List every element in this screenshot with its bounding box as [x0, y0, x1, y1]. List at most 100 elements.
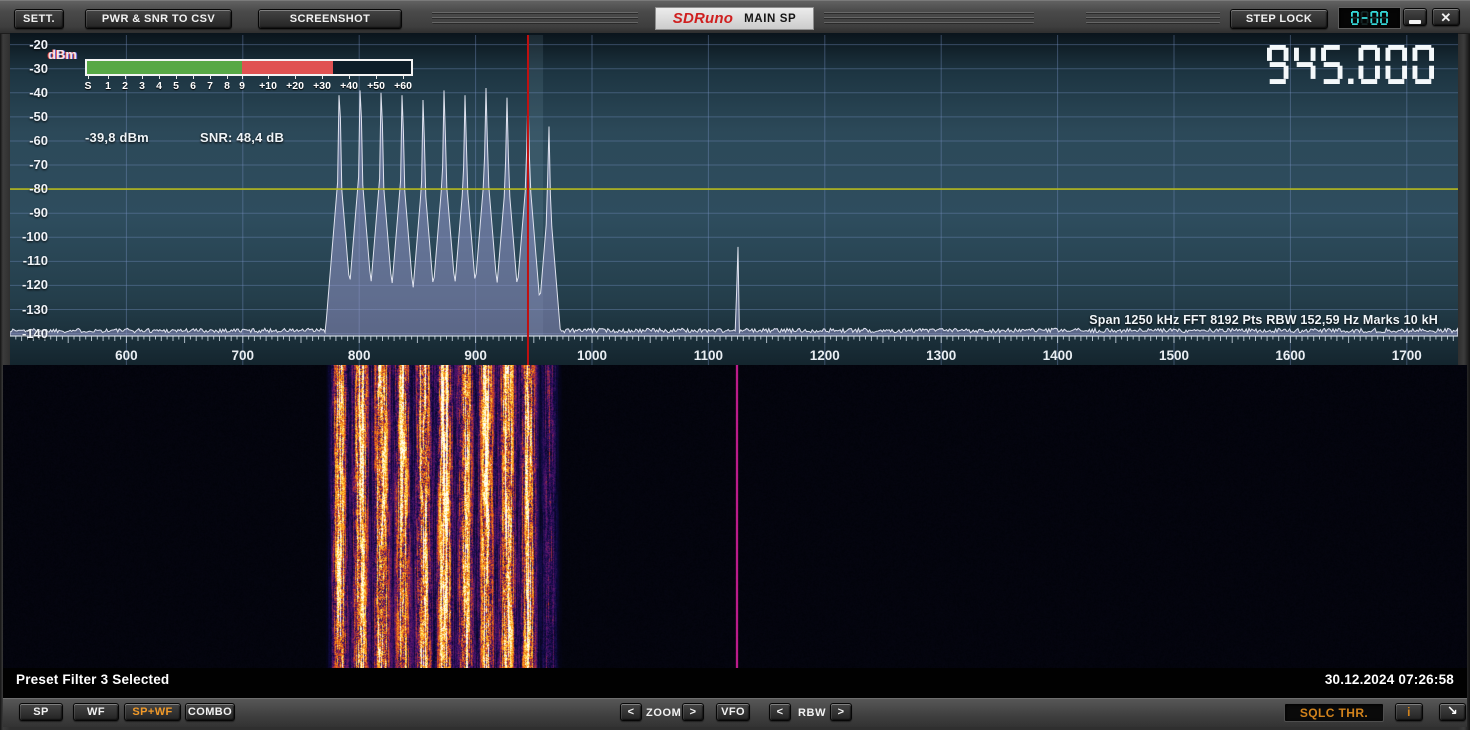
info-button[interactable]: i [1395, 703, 1423, 721]
svg-text:1500: 1500 [1159, 348, 1189, 363]
s-meter-scale-label: 8 [224, 80, 230, 92]
svg-text:900: 900 [464, 348, 487, 363]
s-meter-scale-label: +20 [286, 80, 304, 92]
svg-text:1200: 1200 [810, 348, 840, 363]
vfo-button[interactable]: VFO [716, 703, 750, 721]
s-meter-scale-label: +40 [340, 80, 358, 92]
svg-text:1600: 1600 [1275, 348, 1305, 363]
minimize-button[interactable] [1403, 8, 1427, 26]
svg-text:700: 700 [232, 348, 255, 363]
svg-text:600: 600 [115, 348, 138, 363]
span-info-line: Span 1250 kHz FFT 8192 Pts RBW 152,59 Hz… [1089, 313, 1438, 327]
s-meter-scale-label: 3 [139, 80, 145, 92]
sp-wf-view-button[interactable]: SP+WF [124, 703, 181, 721]
s-meter-tick [268, 76, 269, 79]
zoom-label: ZOOM [646, 707, 681, 719]
svg-text:1000: 1000 [577, 348, 607, 363]
dbm-axis-label: -70 [12, 157, 48, 172]
zoom-in-button[interactable]: > [682, 703, 704, 721]
s-meter-tick [376, 76, 377, 79]
s-meter-tick [227, 76, 228, 79]
s-meter-tick [349, 76, 350, 79]
s-meter-scale-label: 5 [173, 80, 179, 92]
dbm-axis-label: -80 [12, 181, 48, 196]
combo-view-button[interactable]: COMBO [185, 703, 235, 721]
titlebar-groove [1086, 11, 1220, 24]
power-readout: -39,8 dBm [85, 130, 149, 145]
s-meter-tick [322, 76, 323, 79]
svg-text:1300: 1300 [926, 348, 956, 363]
dbm-axis-label: -100 [12, 229, 48, 244]
window-title-badge: SDRuno MAIN SP [655, 7, 814, 30]
s-meter-scale-label: +50 [367, 80, 385, 92]
svg-text:800: 800 [348, 348, 371, 363]
dbm-axis-label: -40 [12, 85, 48, 100]
s-meter-tick [125, 76, 126, 79]
dbm-axis-label: -30 [12, 61, 48, 76]
s-meter-tick [88, 76, 89, 79]
zoom-out-button[interactable]: < [620, 703, 642, 721]
svg-text:1400: 1400 [1043, 348, 1073, 363]
dbm-axis-label: -50 [12, 109, 48, 124]
snr-readout: SNR: 48,4 dB [200, 130, 284, 145]
dbm-unit-label: dBm [48, 47, 77, 62]
wf-view-button[interactable]: WF [73, 703, 119, 721]
s-meter-bar [85, 59, 413, 76]
s-meter-tick [142, 76, 143, 79]
s-meter-tick [108, 76, 109, 79]
dbm-axis-label: -130 [12, 302, 48, 317]
sdruno-main-sp-window: SETT. PWR & SNR TO CSV SCREENSHOT SDRuno… [0, 0, 1470, 730]
status-message: Preset Filter 3 Selected [16, 672, 169, 698]
panel-name-label: MAIN SP [744, 13, 796, 25]
sp-view-button[interactable]: SP [19, 703, 63, 721]
squelch-threshold-button[interactable]: SQLC THR. [1284, 703, 1384, 722]
vfo-frequency-display [1267, 45, 1434, 89]
dbm-axis-label: -120 [12, 277, 48, 292]
s-meter-tick [210, 76, 211, 79]
rbw-label: RBW [798, 707, 826, 719]
s-meter-scale-label: 1 [105, 80, 111, 92]
dbm-axis-label: -90 [12, 205, 48, 220]
svg-text:1100: 1100 [694, 348, 723, 363]
s-meter-tick [242, 76, 243, 79]
resize-handle-button[interactable]: ↘ [1439, 703, 1466, 721]
step-lock-button[interactable]: STEP LOCK [1230, 9, 1328, 29]
minimize-icon [1409, 20, 1421, 24]
s-meter-scale-label: 9 [239, 80, 245, 92]
s-meter-tick [193, 76, 194, 79]
s-meter-scale-label: 6 [190, 80, 196, 92]
dbm-axis-label: -110 [12, 253, 48, 268]
s-meter-scale-label: 7 [207, 80, 213, 92]
s-meter-scale-label: 2 [122, 80, 128, 92]
rbw-increase-button[interactable]: > [830, 703, 852, 721]
titlebar-groove [432, 11, 638, 24]
dbm-axis-label: -60 [12, 133, 48, 148]
s-meter-scale-label: +10 [259, 80, 277, 92]
pwr-snr-to-csv-button[interactable]: PWR & SNR TO CSV [85, 9, 232, 29]
sdruno-logo: SDRuno [673, 10, 733, 27]
s-meter-red-zone [242, 61, 333, 74]
s-meter-green-zone [87, 61, 242, 74]
s-meter-tick [295, 76, 296, 79]
spectrum-panel[interactable]: 600 700 800 900 1000 1100 1200 1300 1400 1500 1600… [10, 33, 1458, 365]
rbw-decrease-button[interactable]: < [769, 703, 791, 721]
step-size-display [1338, 7, 1401, 29]
waterfall-display[interactable] [3, 365, 1467, 668]
s-meter-scale-label: +30 [313, 80, 331, 92]
titlebar[interactable]: SETT. PWR & SNR TO CSV SCREENSHOT SDRuno… [0, 0, 1470, 34]
screenshot-button[interactable]: SCREENSHOT [258, 9, 402, 29]
dbm-axis-label: -140 [12, 326, 48, 341]
s-meter: S 123456789 +10 +20 +30 +40 +50 +60 [85, 57, 419, 97]
s-meter-tick [159, 76, 160, 79]
dbm-axis-label: -20 [12, 37, 48, 52]
s-meter-tick [176, 76, 177, 79]
s-meter-tick [403, 76, 404, 79]
status-bar: Preset Filter 3 Selected 30.12.2024 07:2… [3, 668, 1467, 698]
s-meter-scale-label: S [84, 80, 91, 92]
close-button[interactable]: ✕ [1432, 8, 1460, 26]
titlebar-groove [824, 11, 1034, 24]
s-meter-scale-label: +60 [394, 80, 412, 92]
s-meter-scale-label: 4 [156, 80, 162, 92]
settings-button[interactable]: SETT. [14, 9, 64, 29]
svg-text:1700: 1700 [1392, 348, 1422, 363]
